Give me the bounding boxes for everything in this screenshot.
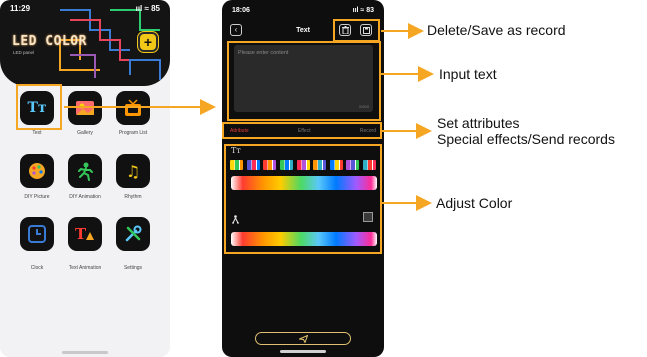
label-special-effects: Special effects/Send records (437, 131, 615, 147)
label-input-text: Input text (439, 66, 497, 82)
annotation-arrows (64, 23, 434, 211)
label-adjust-color: Adjust Color (436, 195, 513, 211)
label-delete-save: Delete/Save as record (427, 22, 566, 38)
label-set-attributes: Set attributes (437, 115, 520, 131)
